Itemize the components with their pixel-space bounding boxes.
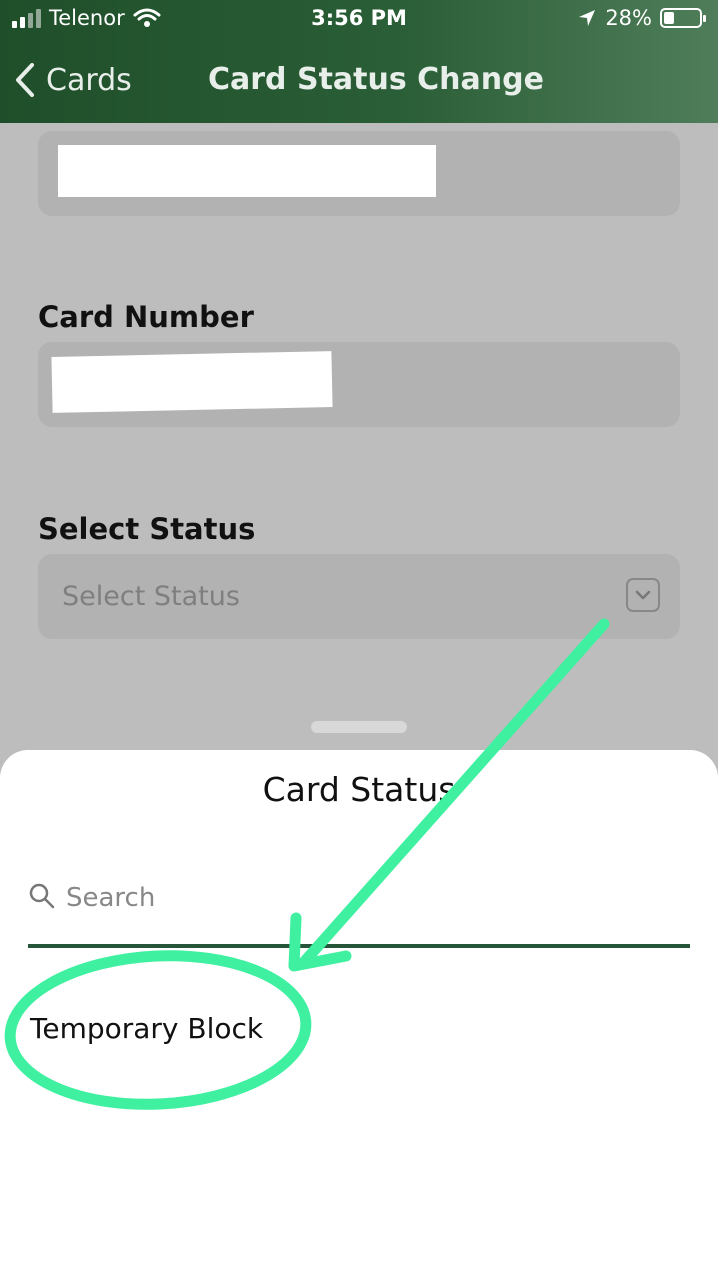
back-button[interactable]: Cards <box>14 58 132 102</box>
chevron-down-icon <box>626 578 660 612</box>
back-label: Cards <box>46 62 132 98</box>
select-status-label: Select Status <box>38 512 256 546</box>
card-number-label: Card Number <box>38 300 254 334</box>
card-status-sheet: Card Status Temporary Block <box>0 750 718 1280</box>
page-title: Card Status Change <box>208 62 544 97</box>
redacted-field <box>38 131 680 216</box>
redaction-block <box>58 145 436 197</box>
location-arrow-icon <box>579 10 596 26</box>
battery-icon <box>660 8 706 28</box>
sheet-title: Card Status <box>262 770 456 809</box>
search-bar <box>28 872 690 948</box>
form-content: Card Number Select Status Select Status <box>0 123 718 750</box>
option-temporary-block[interactable]: Temporary Block <box>30 1012 263 1045</box>
status-right: 28% <box>577 6 706 30</box>
select-status-dropdown[interactable]: Select Status <box>38 554 680 639</box>
chevron-left-icon <box>16 63 34 97</box>
sheet-grabber[interactable] <box>311 721 407 733</box>
battery-percent: 28% <box>605 6 652 30</box>
search-input[interactable] <box>66 872 666 924</box>
redaction-block <box>51 351 333 413</box>
status-bar: Telenor 3:56 PM 28% <box>0 0 718 40</box>
search-icon <box>29 883 55 909</box>
select-status-placeholder: Select Status <box>62 581 240 612</box>
card-number-field <box>38 342 680 427</box>
app-header: Telenor 3:56 PM 28% Cards Card Status Ch… <box>0 0 718 123</box>
battery-level <box>664 12 674 24</box>
